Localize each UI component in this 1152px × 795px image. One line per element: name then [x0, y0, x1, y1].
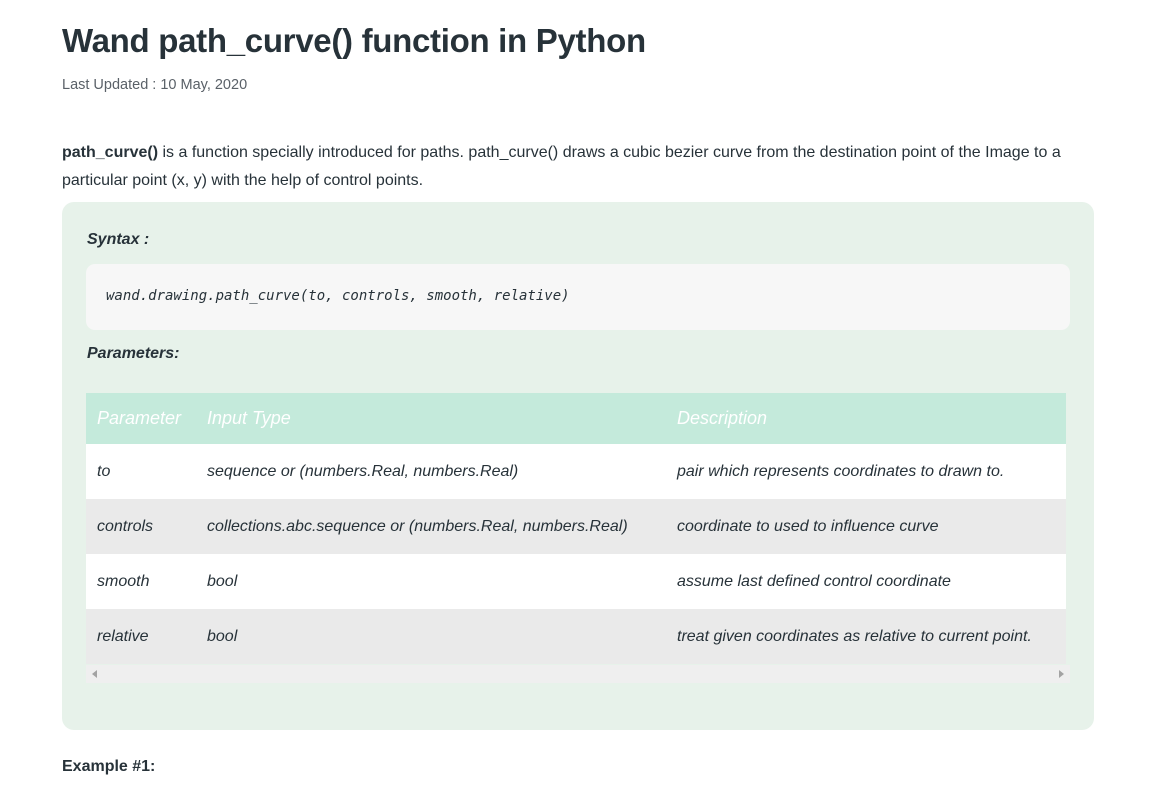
- header-parameter: Parameter: [97, 408, 182, 428]
- param-desc-cell: pair which represents coordinates to dra…: [677, 462, 1005, 480]
- param-type-cell: sequence or (numbers.Real, numbers.Real): [207, 462, 519, 480]
- table-row: controls collections.abc.sequence or (nu…: [86, 499, 1066, 554]
- parameters-label: Parameters:: [87, 345, 180, 362]
- header-description: Description: [677, 408, 768, 428]
- param-type-cell: bool: [207, 627, 238, 645]
- page-title: Wand path_curve() function in Python: [62, 22, 646, 59]
- last-updated-date: Last Updated : 10 May, 2020: [62, 77, 248, 93]
- parameters-table: Parameter Input Type Description to sequ…: [86, 393, 1066, 664]
- param-name-cell: to: [97, 462, 111, 480]
- intro-text: is a function specially introduced for p…: [62, 144, 1061, 189]
- param-name-cell: smooth: [97, 572, 150, 590]
- table-row: smooth bool assume last defined control …: [86, 554, 1066, 609]
- intro-function-name: path_curve(): [62, 144, 159, 161]
- param-name-cell: relative: [97, 627, 149, 645]
- param-desc-cell: coordinate to used to influence curve: [677, 517, 939, 535]
- intro-paragraph: path_curve() is a function specially int…: [62, 139, 1072, 195]
- table-row: relative bool treat given coordinates as…: [86, 609, 1066, 664]
- param-type-cell: bool: [207, 572, 238, 590]
- parameters-table-container[interactable]: Parameter Input Type Description to sequ…: [86, 393, 1066, 683]
- table-row: to sequence or (numbers.Real, numbers.Re…: [86, 444, 1066, 499]
- param-desc-cell: assume last defined control coordinate: [677, 572, 951, 590]
- header-input-type: Input Type: [207, 408, 291, 428]
- example-heading: Example #1:: [62, 758, 156, 775]
- syntax-code-block[interactable]: wand.drawing.path_curve(to, controls, sm…: [86, 264, 1070, 330]
- syntax-label: Syntax :: [87, 231, 150, 248]
- table-header-row: Parameter Input Type Description: [86, 393, 1066, 444]
- horizontal-scrollbar[interactable]: [86, 665, 1070, 683]
- param-type-cell: collections.abc.sequence or (numbers.Rea…: [207, 517, 628, 535]
- param-desc-cell: treat given coordinates as relative to c…: [677, 627, 1032, 645]
- syntax-box: Syntax : wand.drawing.path_curve(to, con…: [62, 202, 1094, 730]
- scroll-left-arrow-icon[interactable]: [92, 670, 97, 678]
- param-name-cell: controls: [97, 517, 154, 535]
- scroll-right-arrow-icon[interactable]: [1059, 670, 1064, 678]
